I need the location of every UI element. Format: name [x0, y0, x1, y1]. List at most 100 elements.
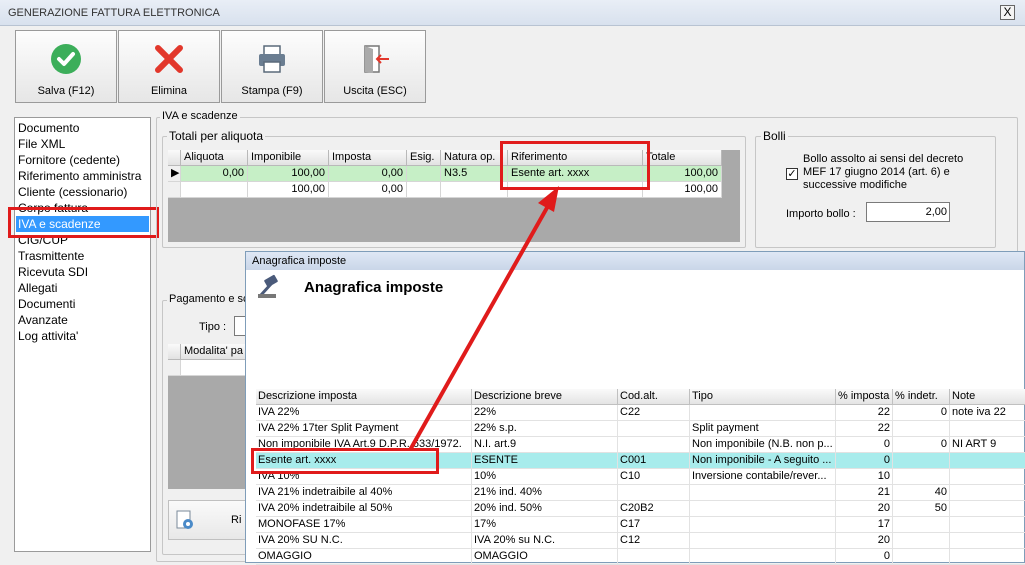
cell-cod-alt[interactable]: C10 [618, 469, 690, 485]
cell-perc-imposta[interactable]: 0 [836, 453, 893, 469]
totals-grid[interactable]: Aliquota Imponibile Imposta Esig. Natura… [168, 150, 740, 242]
cell-note[interactable] [950, 469, 1025, 485]
nav-item-avanzate[interactable]: Avanzate [18, 312, 68, 328]
cell-aliquota[interactable]: 0,00 [181, 166, 248, 182]
cell-descrizione-breve[interactable]: 21% ind. 40% [472, 485, 618, 501]
cell-imposta[interactable]: 0,00 [329, 166, 407, 182]
col-note[interactable]: Note [950, 389, 1025, 405]
close-button[interactable]: X [1000, 5, 1015, 20]
pagamento-grid[interactable]: Modalita' pa [168, 344, 248, 489]
cell-descrizione-breve[interactable]: 20% ind. 50% [472, 501, 618, 517]
nav-item-trasmittente[interactable]: Trasmittente [18, 248, 84, 264]
cell-descrizione[interactable]: IVA 22% [256, 405, 472, 421]
bollo-checkbox[interactable]: ✓ [786, 168, 798, 180]
cell-descrizione-breve[interactable]: IVA 20% su N.C. [472, 533, 618, 549]
cell-perc-indetr[interactable]: 50 [893, 501, 950, 517]
col-tipo[interactable]: Tipo [690, 389, 836, 405]
cell-esig[interactable] [407, 166, 441, 182]
cell-perc-imposta[interactable]: 0 [836, 437, 893, 453]
row-indicator[interactable]: ▶ [168, 166, 181, 182]
cell-perc-indetr[interactable] [893, 533, 950, 549]
cell-descrizione[interactable]: MONOFASE 17% [256, 517, 472, 533]
exit-button[interactable]: Uscita (ESC) [324, 30, 426, 103]
cell-perc-indetr[interactable] [893, 453, 950, 469]
riepilogo-button[interactable]: Ri [168, 500, 246, 540]
nav-item-ricevuta-sdi[interactable]: Ricevuta SDI [18, 264, 88, 280]
row-indicator[interactable] [168, 182, 181, 198]
save-button[interactable]: Salva (F12) [15, 30, 117, 103]
cell-perc-imposta[interactable]: 22 [836, 405, 893, 421]
cell-cod-alt[interactable] [618, 485, 690, 501]
nav-item-documenti[interactable]: Documenti [18, 296, 75, 312]
nav-item-file-xml[interactable]: File XML [18, 136, 65, 152]
delete-button[interactable]: Elimina [118, 30, 220, 103]
cell-perc-indetr[interactable] [893, 421, 950, 437]
cell-descrizione[interactable]: IVA 21% indetraibile al 40% [256, 485, 472, 501]
cell-cod-alt[interactable] [618, 421, 690, 437]
col-cod-alt[interactable]: Cod.alt. [618, 389, 690, 405]
col-descrizione-imposta[interactable]: Descrizione imposta [256, 389, 472, 405]
nav-item-log-attivita[interactable]: Log attivita' [18, 328, 78, 344]
cell-perc-imposta[interactable]: 21 [836, 485, 893, 501]
cell-cod-alt[interactable]: C12 [618, 533, 690, 549]
cell-perc-imposta[interactable]: 22 [836, 421, 893, 437]
cell-note[interactable] [950, 485, 1025, 501]
col-aliquota[interactable]: Aliquota [181, 150, 248, 166]
cell-note[interactable] [950, 501, 1025, 517]
cell-perc-indetr[interactable]: 40 [893, 485, 950, 501]
cell-cod-alt[interactable]: C20B2 [618, 501, 690, 517]
col-descrizione-breve[interactable]: Descrizione breve [472, 389, 618, 405]
nav-item-cliente[interactable]: Cliente (cessionario) [18, 184, 127, 200]
col-perc-indetr[interactable]: % indetr. [893, 389, 950, 405]
cell-tipo[interactable]: Non imponibile (N.B. non p... [690, 437, 836, 453]
cell-note[interactable]: NI ART 9 [950, 437, 1025, 453]
cell-perc-imposta[interactable]: 20 [836, 501, 893, 517]
cell-tipo[interactable] [690, 485, 836, 501]
col-imposta[interactable]: Imposta [329, 150, 407, 166]
col-esig[interactable]: Esig. [407, 150, 441, 166]
cell-descrizione-breve[interactable]: 22% s.p. [472, 421, 618, 437]
cell-tipo[interactable] [690, 533, 836, 549]
cell-perc-imposta[interactable]: 17 [836, 517, 893, 533]
cell-descrizione-breve[interactable]: ESENTE [472, 453, 618, 469]
col-totale[interactable]: Totale [643, 150, 722, 166]
print-button[interactable]: Stampa (F9) [221, 30, 323, 103]
cell-descrizione[interactable]: IVA 22% 17ter Split Payment [256, 421, 472, 437]
cell-imponibile[interactable]: 100,00 [248, 166, 329, 182]
cell-descrizione-breve[interactable]: N.I. art.9 [472, 437, 618, 453]
col-natura[interactable]: Natura op. [441, 150, 508, 166]
cell-descrizione[interactable]: IVA 20% SU N.C. [256, 533, 472, 549]
cell-totale[interactable]: 100,00 [643, 166, 722, 182]
nav-item-riferimento-amministrativo[interactable]: Riferimento amministra [18, 168, 141, 184]
cell-perc-indetr[interactable] [893, 517, 950, 533]
cell-perc-indetr[interactable]: 0 [893, 437, 950, 453]
cell-tipo[interactable]: Inversione contabile/rever... [690, 469, 836, 485]
cell-tipo[interactable] [690, 501, 836, 517]
row-indicator[interactable] [168, 360, 181, 376]
cell-modalita[interactable] [181, 360, 248, 376]
cell-note[interactable] [950, 453, 1025, 469]
cell-descrizione-breve[interactable]: 17% [472, 517, 618, 533]
cell-tipo[interactable]: Split payment [690, 421, 836, 437]
cell-perc-indetr[interactable] [893, 469, 950, 485]
cell-tipo[interactable]: Non imponibile - A seguito ... [690, 453, 836, 469]
cell-descrizione[interactable]: IVA 20% indetraibile al 50% [256, 501, 472, 517]
cell-note[interactable]: note iva 22 [950, 405, 1025, 421]
cell-natura[interactable]: N3.5 [441, 166, 508, 182]
cell-cod-alt[interactable] [618, 437, 690, 453]
cell-descrizione-breve[interactable]: 22% [472, 405, 618, 421]
col-modalita[interactable]: Modalita' pa [181, 344, 248, 360]
cell-descrizione-breve[interactable]: 10% [472, 469, 618, 485]
cell-note[interactable] [950, 517, 1025, 533]
cell-perc-imposta[interactable]: 10 [836, 469, 893, 485]
importo-bollo-input[interactable] [866, 202, 950, 222]
nav-item-fornitore[interactable]: Fornitore (cedente) [18, 152, 120, 168]
cell-note[interactable] [950, 533, 1025, 549]
col-imponibile[interactable]: Imponibile [248, 150, 329, 166]
cell-cod-alt[interactable]: C001 [618, 453, 690, 469]
section-nav-list[interactable]: Documento File XML Fornitore (cedente) R… [14, 117, 151, 552]
cell-cod-alt[interactable]: C22 [618, 405, 690, 421]
cell-perc-indetr[interactable]: 0 [893, 405, 950, 421]
cell-tipo[interactable] [690, 517, 836, 533]
cell-note[interactable] [950, 421, 1025, 437]
